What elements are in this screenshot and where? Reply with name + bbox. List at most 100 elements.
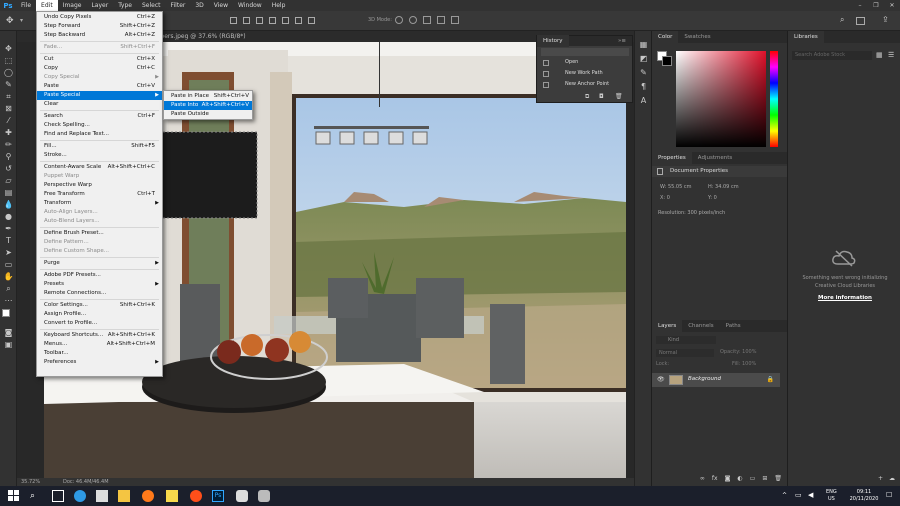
screen-mode-icon[interactable]: ▣ [3,339,14,350]
edit-menu-item-copy[interactable]: Copy Ctrl+C [37,64,162,73]
pen-tool-icon[interactable]: ✒ [3,223,14,234]
edit-menu-item-paste[interactable]: Paste Ctrl+V [37,82,162,91]
rectangle-tool-icon[interactable]: ▭ [3,259,14,270]
search-icon[interactable]: ⌕ [840,15,844,25]
edit-menu-item-preferences[interactable]: Preferences ▶ [37,358,162,367]
store-icon[interactable] [96,490,108,502]
tab-properties[interactable]: Properties [652,152,692,164]
network-icon[interactable]: ▭ [795,491,802,499]
zoom-tool-icon[interactable]: ⌕ [3,283,14,294]
edit-menu-item-auto-blend-layers[interactable]: Auto-Blend Layers... [37,217,162,226]
clone-stamp-tool-icon[interactable]: ⚲ [3,151,14,162]
layer-style-icon[interactable]: fx [712,475,718,485]
history-item-open[interactable]: Open [541,58,629,68]
menu-view[interactable]: View [209,0,233,11]
edit-menu-item-stroke[interactable]: Stroke... [37,151,162,160]
character-panel-icon[interactable]: A [638,95,649,106]
edit-menu-item-step-forward[interactable]: Step Forward Shift+Ctrl+Z [37,22,162,31]
tray-chevron-icon[interactable]: ^ [782,492,787,499]
crop-tool-icon[interactable]: ⌗ [3,91,14,102]
more-tools-icon[interactable]: ⋯ [3,295,14,306]
windows-start-icon[interactable] [8,490,20,502]
edit-menu-item-color-settings[interactable]: Color Settings... Shift+Ctrl+K [37,301,162,310]
lasso-tool-icon[interactable]: ◯ [3,67,14,78]
edit-menu-item-clear[interactable]: Clear [37,100,162,109]
firefox-icon[interactable] [190,490,202,502]
fill-field[interactable]: Fill: 100% [732,361,756,367]
edit-menu-item-define-pattern[interactable]: Define Pattern... [37,238,162,247]
menu-type[interactable]: Type [113,0,137,11]
adjustment-layer-icon[interactable]: ◐ [737,475,742,485]
edit-menu-item-presets[interactable]: Presets ▶ [37,280,162,289]
edit-menu-item-transform[interactable]: Transform ▶ [37,199,162,208]
minimize-button[interactable]: – [852,0,868,11]
delete-layer-icon[interactable]: 🗑 [774,475,782,485]
menu-filter[interactable]: Filter [166,0,191,11]
edit-menu-item-content-aware-scale[interactable]: Content-Aware Scale Alt+Shift+Ctrl+C [37,163,162,172]
brush-tool-icon[interactable]: ✏ [3,139,14,150]
edit-menu-item-convert-to-profile[interactable]: Convert to Profile... [37,319,162,328]
add-content-icon[interactable]: + [878,475,883,485]
edit-menu-item-copy-special[interactable]: Copy Special ▶ [37,73,162,82]
frame-tool-icon[interactable]: ⊠ [3,103,14,114]
properties-panel-icon[interactable]: ◩ [638,53,649,64]
eyedropper-tool-icon[interactable]: ⁄ [3,115,14,126]
hand-tool-icon[interactable]: ✋ [3,271,14,282]
history-tab[interactable]: History [537,35,569,47]
edit-menu-item-adobe-pdf-presets[interactable]: Adobe PDF Presets... [37,271,162,280]
file-explorer-icon[interactable] [118,490,130,502]
history-snapshot[interactable] [541,48,629,56]
move-tool-icon[interactable]: ✥ [3,43,14,54]
new-layer-icon[interactable]: ⊞ [762,475,767,485]
list-view-icon[interactable]: ☰ [888,51,894,59]
color-field[interactable] [676,51,766,147]
edit-menu-item-cut[interactable]: Cut Ctrl+X [37,55,162,64]
edit-menu-item-find-and-replace-text[interactable]: Find and Replace Text... [37,130,162,139]
eye-icon[interactable]: 👁 [657,376,665,383]
3d-mode-icons[interactable] [395,16,459,24]
share-icon[interactable]: ⇪ [882,15,889,24]
dodge-tool-icon[interactable]: ● [3,211,14,222]
foreground-color-swatch[interactable] [2,309,10,317]
add-mask-icon[interactable]: ◙ [725,475,731,485]
app-icon[interactable] [236,490,248,502]
maximize-button[interactable]: ❐ [868,0,884,11]
brush-panel-icon[interactable]: ✎ [638,67,649,78]
chevron-down-icon[interactable]: ▾ [20,17,23,24]
edit-menu-item-toolbar[interactable]: Toolbar... [37,349,162,358]
blend-mode-select[interactable]: Normal [656,349,714,357]
tab-adjustments[interactable]: Adjustments [692,152,738,164]
healing-brush-tool-icon[interactable]: ✚ [3,127,14,138]
opacity-field[interactable]: Opacity: 100% [720,349,756,355]
tab-libraries[interactable]: Libraries [788,31,824,43]
edit-menu-item-auto-align-layers[interactable]: Auto-Align Layers... [37,208,162,217]
layer-kind-filter[interactable]: Kind [656,336,716,344]
clock[interactable]: 09:11 20/11/2020 [846,489,882,503]
quick-select-tool-icon[interactable]: ✎ [3,79,14,90]
history-item-new-anchor-point[interactable]: New Anchor Point [541,80,629,90]
y-value[interactable]: 0 [714,195,717,201]
edit-menu-item-purge[interactable]: Purge ▶ [37,259,162,268]
blur-tool-icon[interactable]: 💧 [3,199,14,210]
edit-menu-item-define-custom-shape[interactable]: Define Custom Shape... [37,247,162,256]
tab-channels[interactable]: Channels [682,320,719,332]
trash-icon[interactable]: 🗑 [615,93,623,100]
edit-menu-item-check-spelling[interactable]: Check Spelling... [37,121,162,130]
x-value[interactable]: 0 [667,195,670,201]
edit-menu-item-puppet-warp[interactable]: Puppet Warp [37,172,162,181]
app-icon[interactable] [258,490,270,502]
link-layers-icon[interactable]: ∞ [700,475,705,485]
paragraph-panel-icon[interactable]: ¶ [638,81,649,92]
zoom-level[interactable]: 35.72% [21,478,40,486]
workspace-icon[interactable] [856,17,865,25]
firefox-icon[interactable] [142,490,154,502]
edit-menu-item-define-brush-preset[interactable]: Define Brush Preset... [37,229,162,238]
menu-3d[interactable]: 3D [190,0,208,11]
camera-icon[interactable]: ◘ [599,93,604,100]
eraser-tool-icon[interactable]: ▱ [3,175,14,186]
history-item-new-work-path[interactable]: New Work Path [541,69,629,79]
menu-edit[interactable]: Edit [36,0,58,11]
menu-layer[interactable]: Layer [86,0,113,11]
align-icons[interactable] [230,17,350,25]
edge-icon[interactable] [74,490,86,502]
